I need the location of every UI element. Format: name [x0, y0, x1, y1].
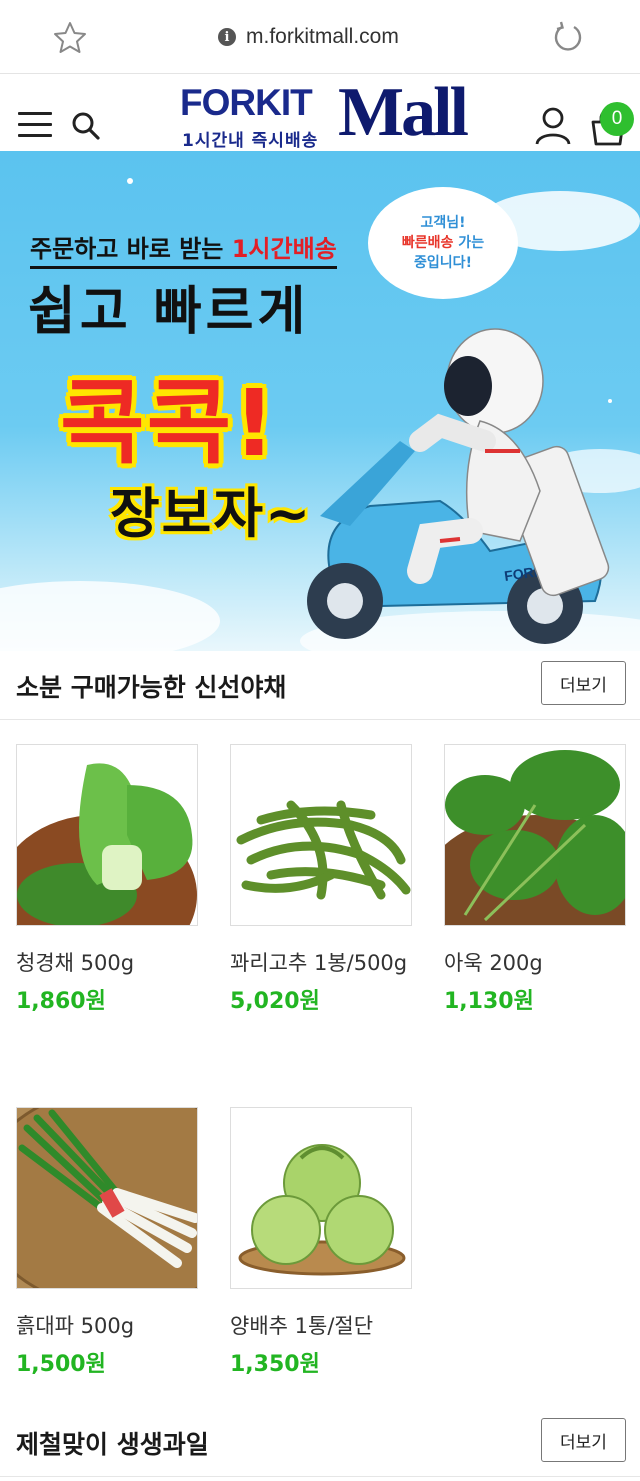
banner-line3: 콕콕!	[60, 370, 278, 477]
logo-forkit-text: FORKIT	[180, 82, 313, 123]
product-name[interactable]: 양배추 1통/절단	[230, 1307, 412, 1345]
section-title-vegetables: 소분 구매가능한 신선야채	[16, 673, 287, 702]
product-card[interactable]: 꽈리고추 1봉/500g 5,020원	[230, 744, 412, 1022]
product-price: 1,130원	[444, 989, 534, 1014]
product-card[interactable]: 양배추 1통/절단 1,350원	[230, 1107, 412, 1385]
bookmark-star-icon[interactable]	[52, 20, 88, 56]
more-button-vegetables[interactable]: 더보기	[541, 661, 626, 705]
product-name[interactable]: 흙대파 500g	[16, 1307, 198, 1345]
more-button-fruits[interactable]: 더보기	[541, 1418, 626, 1462]
account-icon[interactable]	[534, 106, 572, 146]
site-info-icon[interactable]: i	[218, 28, 236, 46]
product-card[interactable]: 흙대파 500g 1,500원	[16, 1107, 198, 1385]
cart-count-badge: 0	[600, 102, 634, 136]
address-field[interactable]: i m.forkitmall.com	[218, 22, 399, 52]
site-header: FORKIT 1시간내 즉시배송 Mall 0	[0, 74, 640, 151]
bubble-line3: 중입니다!	[414, 255, 472, 271]
product-price: 1,860원	[16, 989, 106, 1014]
product-price: 1,500원	[16, 1352, 106, 1377]
banner-line1: 주문하고 바로 받는 1시간배송	[30, 229, 337, 269]
bubble-line2-red: 빠른배송	[401, 235, 454, 251]
forkit-mall-logo[interactable]: FORKIT 1시간내 즉시배송 Mall	[178, 78, 469, 152]
browser-url-bar: i m.forkitmall.com	[0, 0, 640, 74]
product-price: 5,020원	[230, 989, 320, 1014]
logo-mall-text: Mall	[338, 74, 469, 151]
product-image[interactable]	[16, 744, 198, 926]
banner-line2: 쉽고 빠르게	[28, 282, 310, 342]
banner-line4: 장보자~	[110, 482, 313, 545]
product-name[interactable]: 아욱 200g	[444, 944, 626, 982]
product-image[interactable]	[230, 744, 412, 926]
astronaut-scooter-illustration: FORKIT MALL	[307, 328, 610, 644]
speech-bubble: 고객님! 빠른배송 가는 중입니다!	[368, 187, 518, 299]
section-title-fruits: 제철맞이 생생과일	[16, 1430, 209, 1459]
url-text: m.forkitmall.com	[246, 25, 399, 48]
banner-line1-text: 주문하고 바로 받는	[30, 235, 232, 263]
product-card[interactable]: 청경채 500g 1,860원	[16, 744, 198, 1022]
product-image[interactable]	[230, 1107, 412, 1289]
product-image[interactable]	[444, 744, 626, 926]
promo-banner[interactable]: 주문하고 바로 받는 1시간배송 쉽고 빠르게 콕콕! 장보자~ 고객님! 빠른…	[0, 151, 640, 651]
bubble-line2-blue: 가는	[453, 235, 485, 251]
bubble-line2: 빠른배송 가는	[402, 233, 484, 253]
product-name[interactable]: 꽈리고추 1봉/500g	[230, 944, 412, 982]
product-image[interactable]	[16, 1107, 198, 1289]
product-card[interactable]: 아욱 200g 1,130원	[444, 744, 626, 1022]
banner-line1-highlight: 1시간배송	[231, 235, 337, 263]
hamburger-menu-icon[interactable]	[18, 112, 52, 138]
logo-subtitle: 1시간내 즉시배송	[182, 131, 319, 151]
product-name[interactable]: 청경채 500g	[16, 944, 198, 982]
bubble-line1: 고객님!	[420, 215, 466, 231]
section-divider	[0, 719, 640, 720]
section-divider	[0, 1476, 640, 1477]
search-icon[interactable]	[70, 110, 102, 142]
product-price: 1,350원	[230, 1352, 320, 1377]
reload-icon[interactable]	[550, 20, 586, 56]
